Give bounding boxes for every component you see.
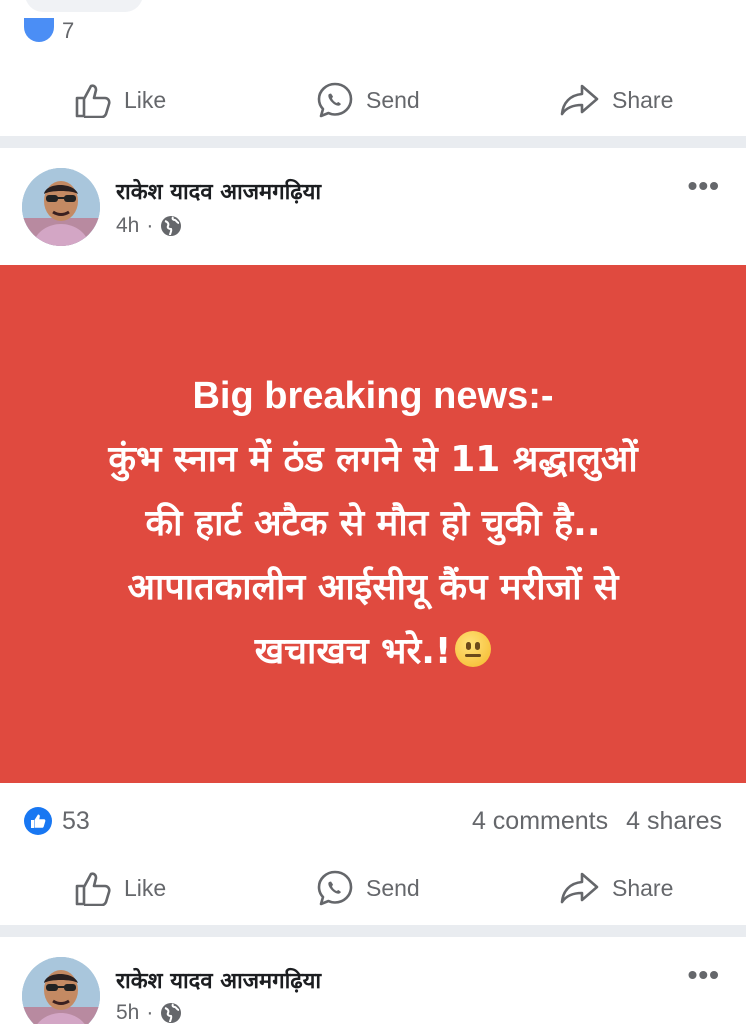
meta-separator: · bbox=[146, 1001, 154, 1024]
previous-post-action-bar: Like Send Share bbox=[0, 70, 746, 130]
shares-count[interactable]: 4 shares bbox=[626, 807, 722, 835]
meta-separator: · bbox=[146, 214, 154, 237]
send-label: Send bbox=[366, 874, 420, 901]
messenger-icon bbox=[317, 870, 353, 906]
thumbs-up-icon bbox=[75, 872, 111, 906]
post-header: राकेश यादव आजमगढ़िया 5h · ••• bbox=[0, 937, 746, 1024]
like-reaction-icon[interactable] bbox=[24, 807, 52, 835]
send-label: Send bbox=[366, 86, 420, 113]
author-name[interactable]: राकेश यादव आजमगढ़िया bbox=[116, 965, 321, 995]
messenger-icon bbox=[317, 82, 353, 118]
author-avatar[interactable] bbox=[22, 168, 100, 246]
comment-share-counts: 4 comments 4 shares bbox=[472, 807, 722, 836]
banner-line: आपातकालीन आईसीयू कैंप मरीजों से bbox=[127, 567, 619, 608]
like-reaction-icon bbox=[24, 18, 54, 42]
post-separator bbox=[0, 136, 746, 148]
banner-line: खचाखच भरे.! bbox=[254, 631, 452, 672]
profile-photo-icon bbox=[22, 168, 100, 246]
post-time[interactable]: 5h bbox=[116, 1001, 139, 1024]
banner-line: की हार्ट अटैक से मौत हो चुकी है.. bbox=[145, 503, 601, 544]
previous-post-footer: 7 Like Send Share bbox=[0, 0, 746, 136]
more-options-button[interactable]: ••• bbox=[688, 959, 720, 991]
author-name[interactable]: राकेश यादव आजमगढ़िया bbox=[116, 176, 321, 206]
author-avatar[interactable] bbox=[22, 957, 100, 1024]
share-label: Share bbox=[612, 86, 674, 113]
post-meta: 4h · bbox=[116, 214, 182, 238]
send-button[interactable]: Send bbox=[316, 858, 420, 918]
thumbs-up-icon bbox=[75, 84, 111, 118]
share-label: Share bbox=[612, 874, 674, 901]
comments-count[interactable]: 4 comments bbox=[472, 807, 608, 835]
profile-photo-icon bbox=[22, 957, 100, 1024]
share-button[interactable]: Share bbox=[560, 70, 673, 130]
post-separator bbox=[0, 925, 746, 937]
globe-icon bbox=[161, 216, 182, 236]
share-button[interactable]: Share bbox=[560, 858, 673, 918]
like-button[interactable]: Like bbox=[74, 70, 166, 130]
post-action-bar: Like Send Share bbox=[0, 858, 746, 918]
like-button[interactable]: Like bbox=[74, 858, 166, 918]
like-label: Like bbox=[124, 874, 167, 901]
banner-last-line: खचाखच भरे.! bbox=[255, 620, 492, 684]
post-time[interactable]: 4h bbox=[116, 214, 139, 238]
post-text-banner: Big breaking news:- कुंभ स्नान में ठंड ल… bbox=[0, 265, 746, 783]
post-meta: 5h · bbox=[116, 1001, 182, 1024]
globe-icon bbox=[161, 1003, 182, 1023]
banner-line: कुंभ स्नान में ठंड लगने से 11 श्रद्धालुओ… bbox=[108, 439, 638, 480]
more-options-button[interactable]: ••• bbox=[688, 170, 720, 202]
share-arrow-icon bbox=[560, 84, 599, 116]
previous-post-edge bbox=[25, 0, 143, 12]
send-button[interactable]: Send bbox=[316, 70, 420, 130]
previous-reaction-count: 7 bbox=[62, 18, 75, 43]
post-header: राकेश यादव आजमगढ़िया 4h · ••• bbox=[0, 148, 746, 258]
like-label: Like bbox=[124, 86, 167, 113]
banner-title: Big breaking news:- bbox=[192, 375, 554, 417]
neutral-face-emoji-icon bbox=[455, 631, 492, 667]
share-arrow-icon bbox=[560, 872, 599, 904]
post-stats: 53 4 comments 4 shares bbox=[0, 800, 746, 844]
reaction-count[interactable]: 53 bbox=[62, 807, 90, 836]
